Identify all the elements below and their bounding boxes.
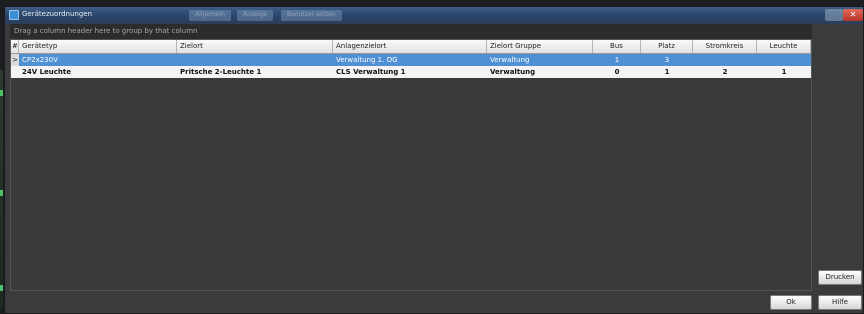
- table-row[interactable]: 24V Leuchte Pritsche 2-Leuchte 1 CLS Ver…: [11, 66, 811, 78]
- close-icon[interactable]: ✕: [843, 9, 863, 21]
- cell-anlagenzielort[interactable]: CLS Verwaltung 1: [333, 66, 487, 78]
- column-header-geraetetyp[interactable]: Gerätetyp: [19, 40, 177, 53]
- column-header-bus[interactable]: Bus: [593, 40, 641, 53]
- ghost-tab: Anzeige: [237, 10, 273, 21]
- cell-platz[interactable]: 1: [641, 66, 693, 78]
- ghost-tab: Benutzer setzen: [281, 10, 342, 21]
- cell-zielort[interactable]: Pritsche 2-Leuchte 1: [177, 66, 333, 78]
- row-indicator: >: [11, 54, 19, 66]
- column-header-zielort[interactable]: Zielort: [177, 40, 333, 53]
- ok-button[interactable]: Ok: [770, 295, 812, 310]
- edge-marker: [0, 190, 3, 196]
- cell-bus[interactable]: 0: [593, 66, 641, 78]
- column-header-anlagenzielort[interactable]: Anlagenzielort: [333, 40, 487, 53]
- cell-leuchte[interactable]: [757, 54, 811, 66]
- edge-marker: [0, 285, 3, 291]
- column-header-stromkreis[interactable]: Stromkreis: [693, 40, 757, 53]
- dialog-window: Gerätezuordnungen Allgemein Anzeige Benu…: [4, 6, 864, 314]
- data-grid[interactable]: # Gerätetyp Zielort Anlagenzielort Zielo…: [10, 39, 812, 291]
- cell-anlagenzielort[interactable]: Verwaltung 1. OG: [333, 54, 487, 66]
- cell-geraetetyp[interactable]: CP2x230V: [19, 54, 177, 66]
- cell-stromkreis[interactable]: 2: [693, 66, 757, 78]
- group-by-panel[interactable]: Drag a column header here to group by th…: [10, 24, 812, 39]
- column-header-platz[interactable]: Platz: [641, 40, 693, 53]
- cell-zielort-gruppe[interactable]: Verwaltung: [487, 66, 593, 78]
- column-header-indicator[interactable]: #: [11, 40, 19, 53]
- cell-zielort-gruppe[interactable]: Verwaltung: [487, 54, 593, 66]
- table-row[interactable]: > CP2x230V Verwaltung 1. OG Verwaltung 1…: [11, 54, 811, 66]
- left-edge-strip: [0, 70, 3, 310]
- app-icon: [9, 10, 19, 20]
- print-button[interactable]: Drucken: [818, 270, 862, 285]
- cell-platz[interactable]: 3: [641, 54, 693, 66]
- row-indicator: [11, 66, 19, 78]
- column-header-zielort-gruppe[interactable]: Zielort Gruppe: [487, 40, 593, 53]
- cell-bus[interactable]: 1: [593, 54, 641, 66]
- title-bar[interactable]: Gerätezuordnungen Allgemein Anzeige Benu…: [5, 7, 863, 24]
- cell-leuchte[interactable]: 1: [757, 66, 811, 78]
- window-title: Gerätezuordnungen: [22, 10, 93, 18]
- cell-geraetetyp[interactable]: 24V Leuchte: [19, 66, 177, 78]
- minimize-icon[interactable]: [825, 9, 843, 21]
- column-header-leuchte[interactable]: Leuchte: [757, 40, 811, 53]
- grid-header: # Gerätetyp Zielort Anlagenzielort Zielo…: [11, 40, 811, 54]
- cell-stromkreis[interactable]: [693, 54, 757, 66]
- help-button[interactable]: Hilfe: [818, 295, 862, 310]
- cell-zielort[interactable]: [177, 54, 333, 66]
- ghost-tab: Allgemein: [189, 10, 231, 21]
- edge-marker: [0, 90, 3, 96]
